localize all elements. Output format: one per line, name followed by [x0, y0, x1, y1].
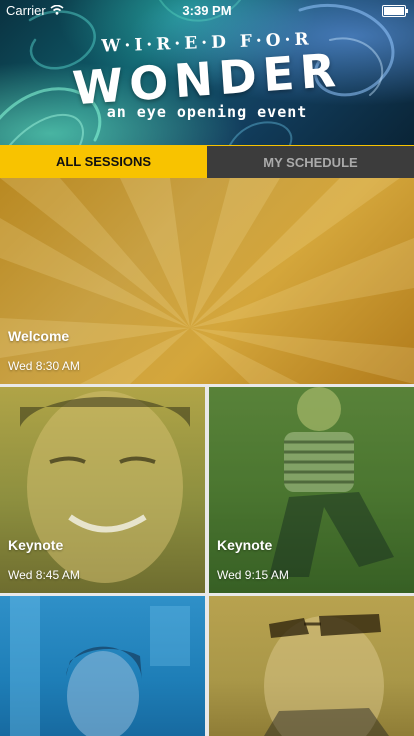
- speaker-photo: [209, 387, 414, 593]
- session-title: Keynote: [8, 537, 64, 553]
- session-title: Keynote: [217, 537, 273, 553]
- session-tile-partial-2[interactable]: [209, 596, 414, 736]
- session-tile-partial-1[interactable]: [0, 596, 205, 736]
- speaker-photo: [20, 391, 190, 583]
- tab-all-sessions[interactable]: ALL SESSIONS: [0, 145, 207, 178]
- event-banner: Carrier 3:39 PM W·I·R·E·D F·O·R WONDER a…: [0, 0, 414, 145]
- tab-my-schedule[interactable]: MY SCHEDULE: [207, 145, 414, 178]
- session-time: Wed 8:45 AM: [8, 568, 80, 582]
- app-screen: Carrier 3:39 PM W·I·R·E·D F·O·R WONDER a…: [0, 0, 414, 736]
- sunburst-image: [0, 178, 414, 384]
- session-time: Wed 8:30 AM: [8, 359, 80, 373]
- battery-icon: [382, 5, 408, 17]
- session-tile-keynote-2[interactable]: Keynote Wed 9:15 AM: [209, 387, 414, 593]
- session-title: Welcome: [8, 328, 70, 344]
- session-grid: Welcome Wed 8:30 AM Keynote Wed 8:45 AM: [0, 178, 414, 736]
- logo-tagline: an eye opening event: [106, 103, 308, 121]
- segmented-tabs: ALL SESSIONS MY SCHEDULE: [0, 145, 414, 178]
- session-tile-welcome[interactable]: Welcome Wed 8:30 AM: [0, 178, 414, 384]
- session-time: Wed 9:15 AM: [217, 568, 289, 582]
- speaker-photo: [264, 614, 389, 736]
- speaker-photo: [10, 596, 190, 736]
- status-bar: Carrier 3:39 PM: [0, 0, 414, 20]
- status-time: 3:39 PM: [182, 3, 232, 18]
- session-tile-keynote-1[interactable]: Keynote Wed 8:45 AM: [0, 387, 205, 593]
